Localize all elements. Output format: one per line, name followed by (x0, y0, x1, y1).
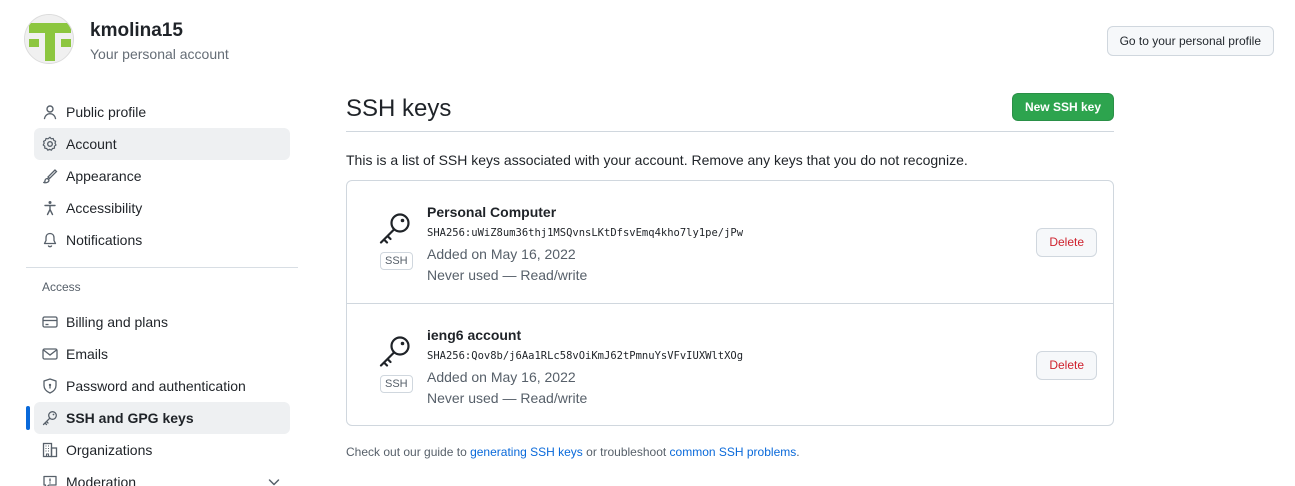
sidebar-item-label: Account (66, 136, 117, 152)
new-ssh-key-button[interactable]: New SSH key (1011, 93, 1114, 121)
organization-icon (42, 442, 58, 458)
generating-ssh-keys-link[interactable]: generating SSH keys (470, 445, 583, 459)
key-icon (377, 211, 413, 247)
gear-icon (42, 136, 58, 152)
key-added-date: Added on May 16, 2022 (427, 369, 576, 385)
sidebar-item-label: Public profile (66, 104, 147, 120)
sidebar-item-label: Billing and plans (66, 314, 168, 330)
key-fingerprint: SHA256:Qov8b/j6Aa1RLc58vOiKmJ62tPmnuYsVF… (427, 350, 744, 362)
avatar[interactable] (24, 14, 74, 64)
page-description: This is a list of SSH keys associated wi… (346, 152, 968, 168)
sidebar-item-billing[interactable]: Billing and plans (34, 306, 290, 338)
person-icon (42, 104, 58, 120)
sidebar-item-password-auth[interactable]: Password and authentication (34, 370, 290, 402)
sidebar-item-organizations[interactable]: Organizations (34, 434, 290, 466)
ssh-keys-panel: SSH keys New SSH key This is a list of S… (346, 92, 1114, 459)
paintbrush-icon (42, 168, 58, 184)
delete-key-button[interactable]: Delete (1036, 228, 1097, 257)
key-icon (377, 334, 413, 370)
shield-lock-icon (42, 378, 58, 394)
sidebar-divider (26, 267, 298, 268)
sidebar-item-accessibility[interactable]: Accessibility (34, 192, 290, 224)
accessibility-icon (42, 200, 58, 216)
delete-key-button[interactable]: Delete (1036, 351, 1097, 380)
help-footer: Check out our guide to generating SSH ke… (346, 445, 1114, 459)
credit-card-icon (42, 314, 58, 330)
key-usage: Never used — Read/write (427, 390, 588, 406)
sidebar-item-public-profile[interactable]: Public profile (34, 96, 290, 128)
help-text-middle: or troubleshoot (582, 445, 670, 459)
common-ssh-problems-link[interactable]: common SSH problems (670, 445, 797, 459)
ssh-key-row: SSH Personal Computer SHA256:uWiZ8um36th… (347, 181, 1113, 303)
go-to-profile-button[interactable]: Go to your personal profile (1106, 26, 1274, 56)
key-fingerprint: SHA256:uWiZ8um36thj1MSQvnsLKtDfsvEmq4kho… (427, 227, 744, 239)
key-title: Personal Computer (427, 204, 557, 220)
settings-sidebar: Public profile Account Appearance Access… (26, 96, 298, 486)
sidebar-item-label: Notifications (66, 232, 143, 248)
sidebar-item-label: Accessibility (66, 200, 143, 216)
identicon-image (25, 15, 73, 63)
sidebar-item-notifications[interactable]: Notifications (34, 224, 290, 256)
page-header: SSH keys New SSH key (346, 92, 1114, 132)
username[interactable]: kmolina15 (90, 20, 183, 42)
sidebar-item-label: Emails (66, 346, 109, 362)
help-text-prefix: Check out our guide to (346, 445, 471, 459)
sidebar-item-label: Password and authentication (66, 378, 246, 394)
mail-icon (42, 346, 58, 362)
account-type-label: Your personal account (90, 46, 229, 62)
sidebar-item-moderation[interactable]: Moderation (34, 466, 290, 486)
bell-icon (42, 232, 58, 248)
sidebar-item-appearance[interactable]: Appearance (34, 160, 290, 192)
chevron-down-icon[interactable] (266, 474, 282, 486)
ssh-key-list: SSH Personal Computer SHA256:uWiZ8um36th… (346, 180, 1114, 426)
help-text-suffix: . (796, 445, 800, 459)
report-icon (42, 474, 58, 486)
sidebar-item-account[interactable]: Account (34, 128, 290, 160)
key-added-date: Added on May 16, 2022 (427, 246, 576, 262)
sidebar-item-label: Moderation (66, 474, 137, 486)
key-icon (42, 410, 58, 426)
ssh-badge: SSH (380, 252, 413, 270)
key-title: ieng6 account (427, 327, 522, 343)
sidebar-heading-access: Access (42, 280, 81, 294)
ssh-key-row: SSH ieng6 account SHA256:Qov8b/j6Aa1RLc5… (347, 303, 1113, 425)
key-usage: Never used — Read/write (427, 267, 588, 283)
account-header: kmolina15 Your personal account Go to yo… (24, 14, 1274, 66)
ssh-badge: SSH (380, 375, 413, 393)
page-title: SSH keys (346, 95, 452, 122)
sidebar-item-label: SSH and GPG keys (66, 410, 194, 426)
sidebar-item-label: Appearance (66, 168, 142, 184)
sidebar-item-ssh-gpg-keys[interactable]: SSH and GPG keys (26, 402, 290, 434)
sidebar-item-label: Organizations (66, 442, 153, 458)
sidebar-item-emails[interactable]: Emails (34, 338, 290, 370)
